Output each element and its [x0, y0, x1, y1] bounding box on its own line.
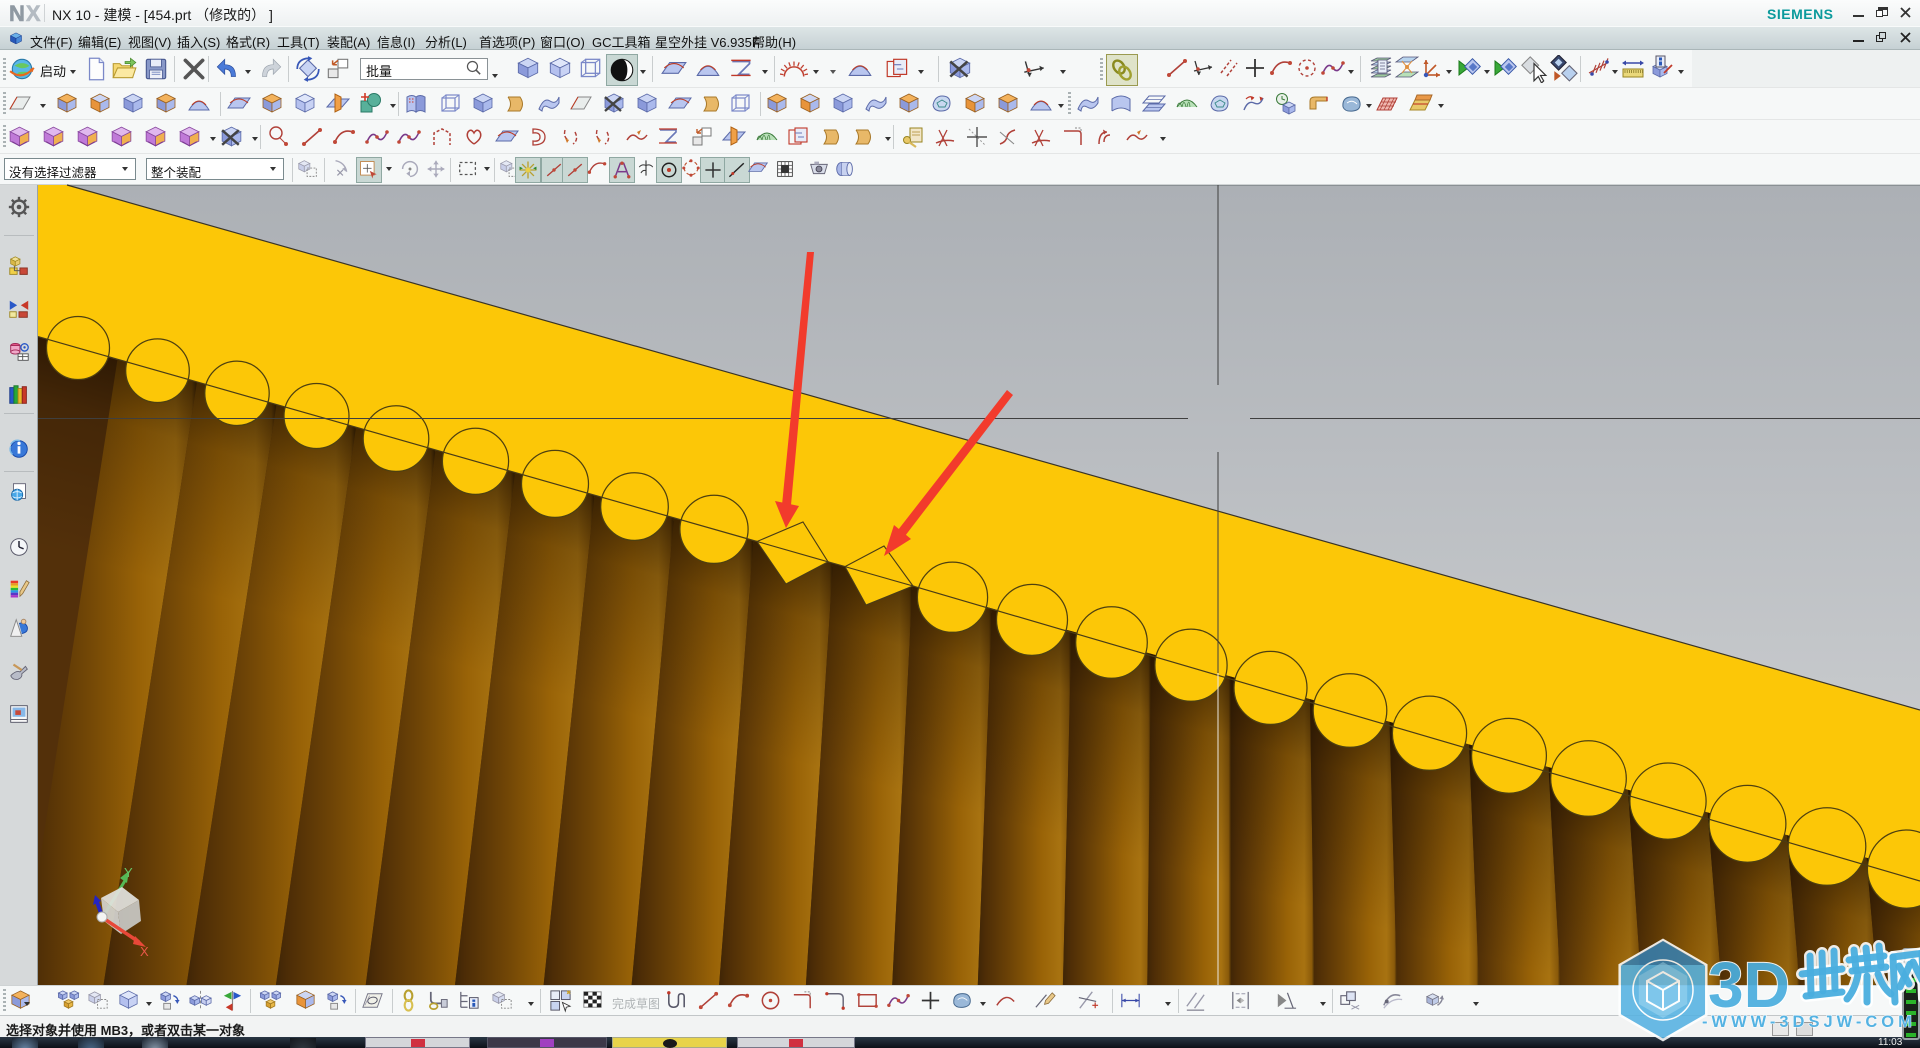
svg-text:Y: Y [124, 865, 133, 880]
svg-text:X: X [140, 944, 149, 959]
